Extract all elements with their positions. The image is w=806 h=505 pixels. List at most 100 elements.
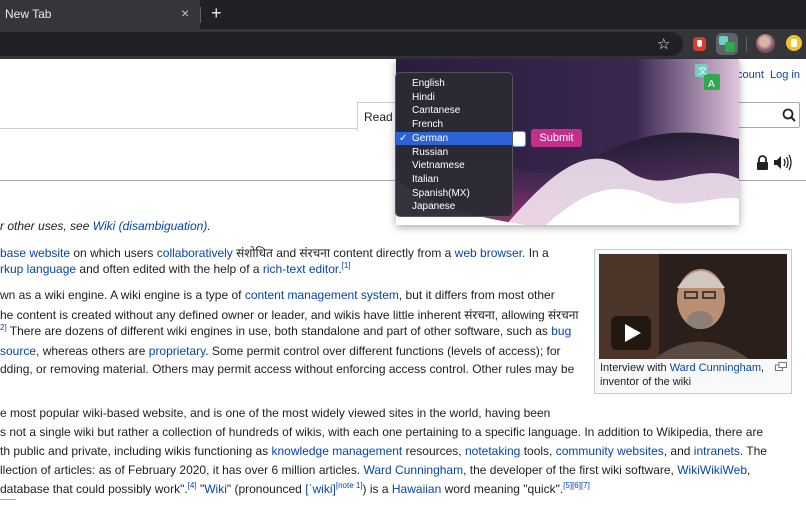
language-option-hindi[interactable]: Hindi xyxy=(396,91,512,104)
hatnote-link[interactable]: Wiki (disambiguation) xyxy=(93,219,208,233)
infobox: Interview with Ward Cunningham, inventor… xyxy=(594,249,792,394)
text: There are dozens of different wiki engin… xyxy=(6,324,552,338)
text: , but it differs from most other xyxy=(398,288,555,302)
address-bar[interactable] xyxy=(0,32,683,56)
text: wn as a wiki engine. A wiki engine is a … xyxy=(0,288,245,302)
hatnote-end: . xyxy=(207,219,211,233)
tab-baseline xyxy=(0,128,357,129)
language-option-italian[interactable]: Italian xyxy=(396,173,512,186)
text: " (pronounced xyxy=(226,482,306,496)
text-link[interactable]: collaboratively xyxy=(157,246,233,260)
audio-icon[interactable] xyxy=(773,154,793,171)
translate-ext-icon[interactable] xyxy=(716,33,738,55)
browser-toolbar: ☆ xyxy=(0,29,806,59)
log-in-link[interactable]: Log in xyxy=(770,69,800,81)
new-tab-button[interactable]: + xyxy=(211,3,222,24)
svg-text:A: A xyxy=(708,79,715,90)
caption-text: Interview with xyxy=(600,362,670,374)
create-account-link[interactable]: count xyxy=(737,69,764,81)
text: . In a xyxy=(522,246,549,260)
language-option-english[interactable]: English xyxy=(396,77,512,90)
play-icon[interactable] xyxy=(611,316,651,350)
paragraph-line: source, whereas others are proprietary. … xyxy=(0,344,561,358)
citation-link[interactable]: [4] xyxy=(188,481,197,490)
language-option-label: Japanese xyxy=(412,201,456,213)
star-icon[interactable]: ☆ xyxy=(657,35,670,53)
translate-ext-icon-back xyxy=(725,42,735,52)
text-link[interactable]: community websites xyxy=(556,444,664,458)
language-select[interactable] xyxy=(512,131,526,147)
text-link[interactable]: intranets xyxy=(694,444,740,458)
tab-strip: New Tab × + xyxy=(0,0,806,29)
ext-red-icon[interactable] xyxy=(693,37,706,51)
text-link[interactable]: [ˈwiki] xyxy=(305,482,336,496)
hatnote: r other uses, see Wiki (disambiguation). xyxy=(0,219,211,233)
text: database that could possibly work". xyxy=(0,482,188,496)
language-option-russian[interactable]: Russian xyxy=(396,146,512,159)
text-link[interactable]: bug xyxy=(551,324,571,338)
text-link[interactable]: Ward Cunningham xyxy=(364,463,464,477)
tab-new-tab[interactable]: New Tab × xyxy=(0,0,200,29)
profile-avatar[interactable] xyxy=(756,34,775,53)
text-link[interactable]: knowledge management xyxy=(272,444,403,458)
language-option-japanese[interactable]: Japanese xyxy=(396,200,512,213)
caption-link[interactable]: Ward Cunningham xyxy=(670,362,761,374)
text: संशोधित and संरचना content directly from… xyxy=(232,246,455,260)
language-option-label: Russian xyxy=(412,146,449,158)
language-option-spanishmx[interactable]: Spanish(MX) xyxy=(396,187,512,200)
language-dropdown[interactable]: English Hindi Cantanese French ✓ German Russia… xyxy=(395,72,513,217)
paragraph-line: rkup language and often edited with the … xyxy=(0,261,351,277)
language-option-label: Spanish(MX) xyxy=(412,187,470,199)
language-option-german[interactable]: ✓ German xyxy=(396,131,512,145)
caption-line-b: inventor of the wiki xyxy=(600,376,692,388)
text-link[interactable]: rich-text editor xyxy=(263,262,338,276)
section-divider xyxy=(0,499,16,500)
paragraph-line: e most popular wiki-based website, and i… xyxy=(0,406,551,420)
lock-icon[interactable] xyxy=(755,155,770,170)
ext-yellow-icon[interactable] xyxy=(786,35,802,51)
text-link[interactable]: proprietary xyxy=(149,344,205,358)
text: ) is a xyxy=(362,482,392,496)
tab-read[interactable]: Read xyxy=(357,102,399,131)
checkmark-icon: ✓ xyxy=(399,132,408,144)
paragraph-line: dding, or removing material. Others may … xyxy=(0,362,575,376)
text-link[interactable]: notetaking xyxy=(465,444,520,458)
language-option-label: French xyxy=(412,119,444,131)
text-link[interactable]: Wiki xyxy=(204,482,227,496)
language-option-vietnamese[interactable]: Vietnamese xyxy=(396,159,512,172)
hatnote-text: r other uses, see xyxy=(0,219,93,233)
text-link[interactable]: web browser xyxy=(455,246,522,260)
text: , the developer of the first wiki softwa… xyxy=(463,463,678,477)
video-thumbnail[interactable] xyxy=(599,254,787,359)
text-link[interactable]: source xyxy=(0,344,36,358)
tab-read-label: Read xyxy=(364,110,393,124)
text: and often edited with the help of a xyxy=(76,262,263,276)
paragraph-line: llection of articles: as of February 202… xyxy=(0,463,750,477)
text: tools, xyxy=(520,444,556,458)
language-option-label: Hindi xyxy=(412,91,435,103)
citation-link[interactable]: [1] xyxy=(342,261,351,270)
language-option-cantanese[interactable]: Cantanese xyxy=(396,104,512,117)
text: resources, xyxy=(402,444,465,458)
text: on which users xyxy=(70,246,157,260)
close-tab-icon[interactable]: × xyxy=(181,5,189,21)
language-option-label: Italian xyxy=(412,173,439,185)
paragraph-line: base website on which users collaborativ… xyxy=(0,244,549,261)
language-option-label: English xyxy=(412,78,445,89)
submit-button[interactable]: Submit xyxy=(531,129,582,147)
caption-line-a: Interview with Ward Cunningham, xyxy=(600,362,764,374)
text-link[interactable]: base website xyxy=(0,246,70,260)
citation-link[interactable]: [note 1] xyxy=(336,481,363,490)
citation-link[interactable]: [5][6][7] xyxy=(563,481,590,490)
language-option-french[interactable]: French xyxy=(396,118,512,131)
text: , xyxy=(747,463,751,477)
enlarge-icon[interactable] xyxy=(775,362,787,371)
text-link[interactable]: WikiWikiWeb xyxy=(677,463,747,477)
text-link[interactable]: Hawaiian xyxy=(392,482,441,496)
text-link[interactable]: content management system xyxy=(245,288,399,302)
text: , whereas others are xyxy=(36,344,149,358)
citation-link[interactable]: 2] xyxy=(0,323,7,332)
text: . Some permit control over different fun… xyxy=(205,344,561,358)
text-link[interactable]: rkup language xyxy=(0,262,76,276)
search-icon[interactable] xyxy=(779,105,799,125)
